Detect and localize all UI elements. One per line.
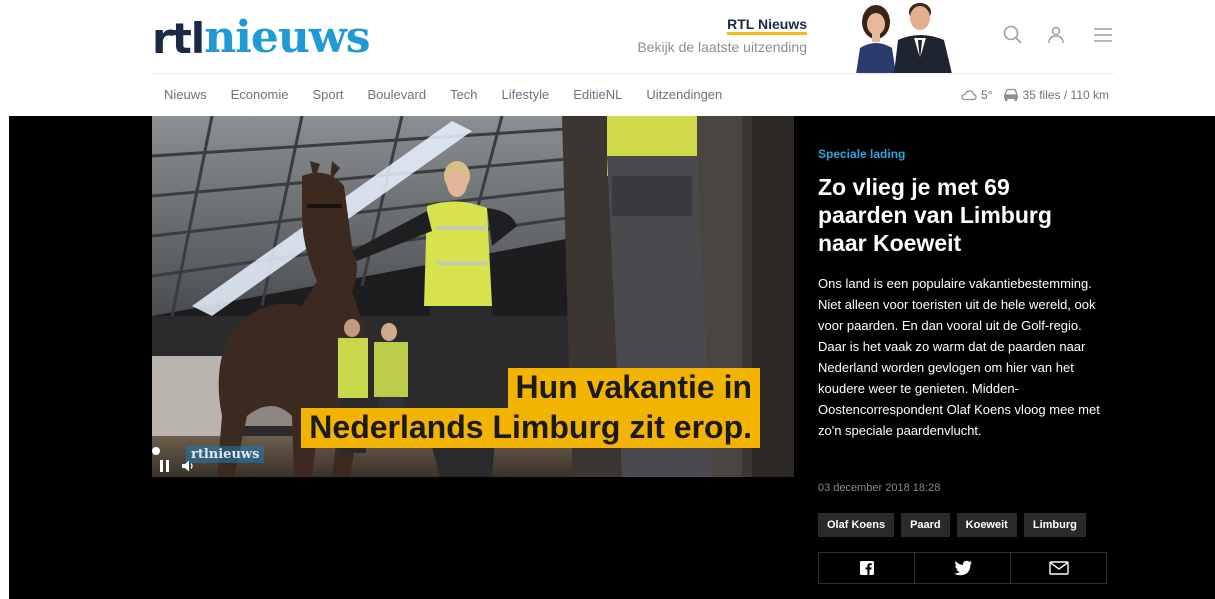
- main-nav: Nieuws Economie Sport Boulevard Tech Lif…: [152, 84, 734, 106]
- share-bar: [818, 552, 1107, 584]
- pause-icon[interactable]: [160, 460, 170, 472]
- nav-item-sport[interactable]: Sport: [312, 84, 343, 106]
- traffic-widget[interactable]: 35 files / 110 km: [1003, 88, 1109, 102]
- nav-item-lifestyle[interactable]: Lifestyle: [502, 84, 550, 106]
- cloud-icon: [961, 90, 977, 101]
- car-icon: [1003, 88, 1018, 101]
- article-headline: Zo vlieg je met 69 paarden van Limburg n…: [818, 174, 1052, 256]
- article-tags: Olaf Koens Paard Koeweit Limburg: [818, 513, 1093, 537]
- video-subtitles: Hun vakantie in Nederlands Limburg zit e…: [301, 368, 760, 448]
- article-kicker[interactable]: Speciale lading: [818, 147, 905, 161]
- status-bar: 5° 35 files / 110 km: [951, 84, 1109, 106]
- facebook-icon: [859, 561, 874, 575]
- weather-widget[interactable]: 5°: [961, 88, 993, 102]
- tag-koeweit[interactable]: Koeweit: [956, 513, 1017, 537]
- nav-item-nieuws[interactable]: Nieuws: [164, 84, 207, 106]
- nav-item-editienl[interactable]: EditieNL: [573, 84, 622, 106]
- article-date: 03 december 2018 18:28: [818, 482, 941, 494]
- logo-nieuws: nieuws: [204, 12, 370, 63]
- latest-broadcast-subtitle: Bekijk de laatste uitzending: [637, 39, 807, 55]
- traffic-value: 35 files / 110 km: [1022, 88, 1109, 102]
- video-progress-handle[interactable]: [152, 447, 160, 455]
- article-lead: Ons land is een populaire vakantiebestem…: [818, 276, 1100, 438]
- mail-icon: [1048, 561, 1069, 575]
- subtitle-line-2: Nederlands Limburg zit erop.: [301, 408, 760, 448]
- tag-paard[interactable]: Paard: [901, 513, 950, 537]
- volume-icon[interactable]: [180, 458, 196, 474]
- latest-broadcast-title: RTL Nieuws: [727, 17, 807, 35]
- presenters-image[interactable]: [848, 0, 956, 74]
- share-facebook-button[interactable]: [819, 553, 915, 583]
- video-controls: [152, 442, 232, 477]
- share-mail-button[interactable]: [1011, 553, 1106, 583]
- subtitle-line-1: Hun vakantie in: [507, 368, 760, 408]
- tag-limburg[interactable]: Limburg: [1023, 513, 1086, 537]
- latest-broadcast-link[interactable]: RTL Nieuws Bekijk de laatste uitzending: [600, 16, 807, 55]
- menu-icon[interactable]: [1092, 24, 1114, 46]
- site-header: rtl nieuws RTL Nieuws Bekijk de laatste …: [0, 0, 1215, 116]
- logo-rtl: rtl: [152, 14, 205, 63]
- rtl-nieuws-logo[interactable]: rtl nieuws: [152, 12, 371, 63]
- tag-olaf-koens[interactable]: Olaf Koens: [818, 513, 895, 537]
- temperature-value: 5°: [981, 88, 993, 102]
- video-player[interactable]: Hun vakantie in Nederlands Limburg zit e…: [152, 116, 794, 477]
- twitter-icon: [953, 560, 972, 576]
- user-icon[interactable]: [1045, 24, 1067, 46]
- nav-item-uitzendingen[interactable]: Uitzendingen: [646, 84, 722, 106]
- header-divider: [152, 73, 1114, 74]
- nav-item-economie[interactable]: Economie: [231, 84, 289, 106]
- nav-item-tech[interactable]: Tech: [450, 84, 477, 106]
- nav-item-boulevard[interactable]: Boulevard: [368, 84, 427, 106]
- share-twitter-button[interactable]: [915, 553, 1011, 583]
- search-icon[interactable]: [1002, 24, 1024, 46]
